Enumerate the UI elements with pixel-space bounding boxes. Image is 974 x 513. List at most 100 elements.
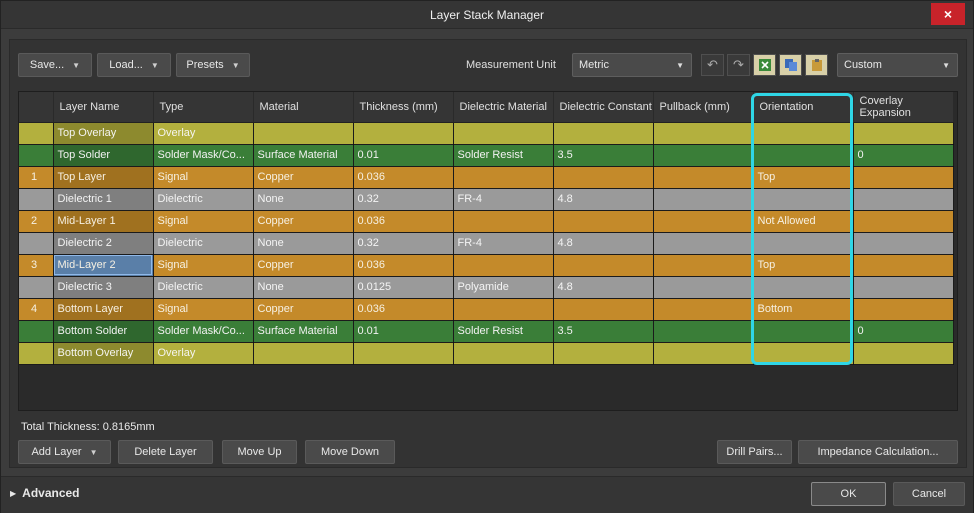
cell-orientation[interactable] — [753, 320, 854, 343]
table-row[interactable]: Bottom Overlay Overlay — [19, 342, 954, 365]
cell-type[interactable]: Signal — [153, 254, 254, 277]
cell-num[interactable] — [19, 188, 54, 211]
cell-thickness[interactable]: 0.036 — [353, 254, 454, 277]
cell-material[interactable]: Surface Material — [253, 144, 354, 167]
cell-coverlay[interactable] — [853, 298, 954, 321]
delete-layer-button[interactable]: Delete Layer — [118, 440, 213, 464]
cell-type[interactable]: Dielectric — [153, 276, 254, 299]
cell-pullback[interactable] — [653, 232, 754, 255]
cell-type[interactable]: Overlay — [153, 122, 254, 145]
cell-orientation[interactable] — [753, 188, 854, 211]
cell-material[interactable]: Copper — [253, 298, 354, 321]
cell-thickness[interactable]: 0.01 — [353, 144, 454, 167]
column-header[interactable]: Layer Name — [53, 92, 154, 123]
cell-orientation[interactable] — [753, 276, 854, 299]
cell-thickness[interactable]: 0.036 — [353, 166, 454, 189]
cell-dconst[interactable] — [553, 122, 654, 145]
cell-pullback[interactable] — [653, 144, 754, 167]
table-row[interactable]: Top Overlay Overlay — [19, 122, 954, 145]
cell-dmat[interactable]: Solder Resist — [453, 320, 554, 343]
cell-coverlay[interactable] — [853, 254, 954, 277]
cell-name[interactable]: Dielectric 1 — [53, 188, 154, 211]
table-row[interactable]: 4 Bottom Layer Signal Copper 0.036 Bottom — [19, 298, 954, 321]
cell-num[interactable]: 2 — [19, 210, 54, 233]
cell-num[interactable]: 3 — [19, 254, 54, 277]
paste-icon[interactable] — [805, 54, 828, 76]
cell-material[interactable]: Copper — [253, 210, 354, 233]
cell-dconst[interactable] — [553, 342, 654, 365]
cell-dconst[interactable]: 3.5 — [553, 144, 654, 167]
advanced-toggle[interactable]: ▶ Advanced — [10, 486, 80, 500]
cell-dmat[interactable] — [453, 210, 554, 233]
cell-dconst[interactable] — [553, 210, 654, 233]
cell-type[interactable]: Solder Mask/Co... — [153, 320, 254, 343]
cell-num[interactable]: 4 — [19, 298, 54, 321]
cell-name[interactable]: Dielectric 2 — [53, 232, 154, 255]
cell-num[interactable] — [19, 232, 54, 255]
cell-dmat[interactable] — [453, 122, 554, 145]
cell-orientation[interactable]: Bottom — [753, 298, 854, 321]
table-row[interactable]: 2 Mid-Layer 1 Signal Copper 0.036 Not Allowed — [19, 210, 954, 233]
move-down-button[interactable]: Move Down — [305, 440, 395, 464]
cell-name[interactable]: Bottom Overlay — [53, 342, 154, 365]
cell-coverlay[interactable] — [853, 188, 954, 211]
cell-dconst[interactable] — [553, 254, 654, 277]
column-header[interactable]: Type — [153, 92, 254, 123]
cell-thickness[interactable]: 0.32 — [353, 232, 454, 255]
cell-dmat[interactable] — [453, 298, 554, 321]
cell-name[interactable]: Dielectric 3 — [53, 276, 154, 299]
cell-dconst[interactable]: 4.8 — [553, 188, 654, 211]
cell-num[interactable] — [19, 122, 54, 145]
cell-dconst[interactable]: 4.8 — [553, 276, 654, 299]
column-header[interactable]: Material — [253, 92, 354, 123]
table-row[interactable]: Dielectric 1 Dielectric None 0.32 FR-4 4.8 — [19, 188, 954, 211]
cell-thickness[interactable]: 0.32 — [353, 188, 454, 211]
export-excel-icon[interactable] — [753, 54, 776, 76]
cell-name[interactable]: Top Overlay — [53, 122, 154, 145]
cell-dmat[interactable]: FR-4 — [453, 232, 554, 255]
cell-num[interactable]: 1 — [19, 166, 54, 189]
presets-button[interactable]: Presets ▼ — [176, 53, 250, 77]
cell-type[interactable]: Signal — [153, 166, 254, 189]
cell-orientation[interactable]: Top — [753, 254, 854, 277]
cell-orientation[interactable]: Not Allowed — [753, 210, 854, 233]
cell-dconst[interactable]: 3.5 — [553, 320, 654, 343]
cell-pullback[interactable] — [653, 276, 754, 299]
cell-pullback[interactable] — [653, 188, 754, 211]
cell-dmat[interactable] — [453, 166, 554, 189]
cell-pullback[interactable] — [653, 166, 754, 189]
cell-type[interactable]: Signal — [153, 210, 254, 233]
cell-material[interactable]: Copper — [253, 166, 354, 189]
table-row[interactable]: Dielectric 3 Dielectric None 0.0125 Polyamid… — [19, 276, 954, 299]
cell-thickness[interactable] — [353, 342, 454, 365]
impedance-calculation-button[interactable]: Impedance Calculation... — [798, 440, 958, 464]
undo-icon[interactable]: ↶ — [701, 54, 724, 76]
cell-dmat[interactable]: Polyamide — [453, 276, 554, 299]
table-row[interactable]: Bottom Solder Solder Mask/Co... Surface Ma… — [19, 320, 954, 343]
cell-dmat[interactable]: FR-4 — [453, 188, 554, 211]
cell-material[interactable]: None — [253, 232, 354, 255]
cell-coverlay[interactable]: 0 — [853, 320, 954, 343]
redo-icon[interactable]: ↷ — [727, 54, 750, 76]
column-header[interactable]: Dielectric Material — [453, 92, 554, 123]
cell-dmat[interactable]: Solder Resist — [453, 144, 554, 167]
cell-dconst[interactable] — [553, 298, 654, 321]
table-row[interactable]: 3 Mid-Layer 2 Signal Copper 0.036 Top — [19, 254, 954, 277]
cell-material[interactable]: Copper — [253, 254, 354, 277]
cell-coverlay[interactable] — [853, 122, 954, 145]
column-header[interactable] — [19, 92, 54, 123]
cell-thickness[interactable]: 0.036 — [353, 298, 454, 321]
cell-type[interactable]: Overlay — [153, 342, 254, 365]
cancel-button[interactable]: Cancel — [893, 482, 965, 506]
cell-orientation[interactable] — [753, 122, 854, 145]
load-button[interactable]: Load... ▼ — [97, 53, 171, 77]
cell-type[interactable]: Dielectric — [153, 188, 254, 211]
column-header[interactable]: Orientation — [753, 92, 854, 123]
cell-thickness[interactable]: 0.01 — [353, 320, 454, 343]
cell-material[interactable]: Surface Material — [253, 320, 354, 343]
cell-type[interactable]: Solder Mask/Co... — [153, 144, 254, 167]
column-header[interactable]: Thickness (mm) — [353, 92, 454, 123]
cell-dconst[interactable]: 4.8 — [553, 232, 654, 255]
cell-pullback[interactable] — [653, 298, 754, 321]
cell-dconst[interactable] — [553, 166, 654, 189]
